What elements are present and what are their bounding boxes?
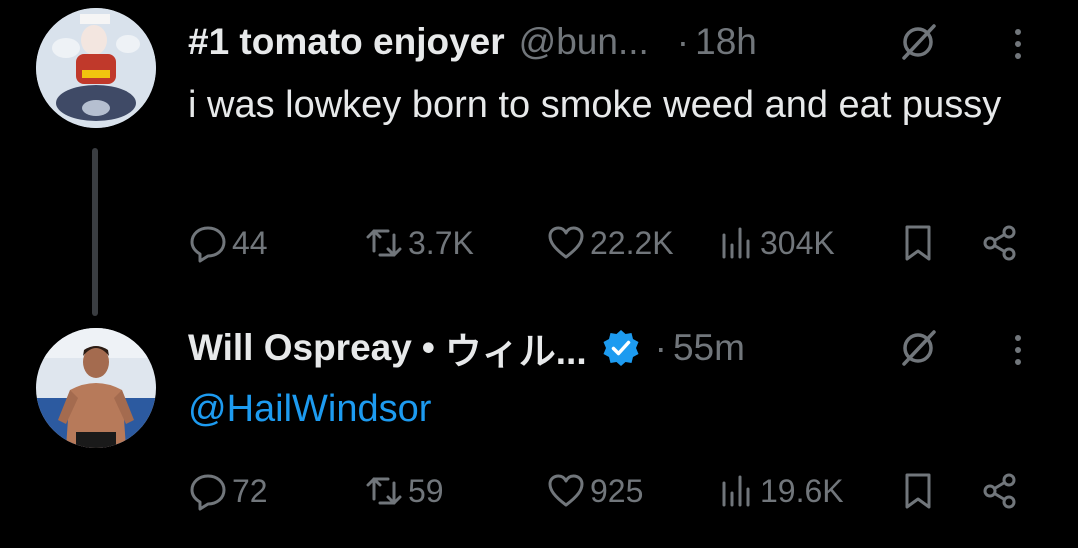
display-name-suffix[interactable]: ウィル... xyxy=(445,321,587,375)
avatar-will-ospreay[interactable] xyxy=(36,328,156,448)
timestamp[interactable]: 55m xyxy=(673,327,745,369)
name-separator: • xyxy=(421,327,435,368)
tweet-1[interactable]: #1 tomato enjoyer @bun... · 18h i was lo… xyxy=(0,0,1078,316)
reply-button[interactable]: 44 xyxy=(188,218,268,268)
user-handle[interactable]: @bun... xyxy=(519,21,649,63)
reply-icon xyxy=(190,474,226,511)
action-bar: 72 59 925 19.6K xyxy=(188,466,1038,516)
tweet-header: #1 tomato enjoyer @bun... · 18h xyxy=(188,12,757,72)
bookmark-button[interactable] xyxy=(898,466,938,516)
reply-button[interactable]: 72 xyxy=(188,466,268,516)
like-button[interactable]: 22.2K xyxy=(546,218,674,268)
repost-count: 3.7K xyxy=(408,224,474,261)
reply-count: 44 xyxy=(232,224,268,261)
share-button[interactable] xyxy=(980,218,1020,268)
bookmark-icon xyxy=(905,225,931,261)
display-name[interactable]: Will Ospreay xyxy=(188,327,412,369)
reply-icon xyxy=(190,226,226,263)
like-button[interactable]: 925 xyxy=(546,466,643,516)
repost-button[interactable]: 59 xyxy=(364,466,444,516)
views-count: 304K xyxy=(760,224,835,261)
repost-icon xyxy=(366,477,402,505)
views-count: 19.6K xyxy=(760,472,844,509)
bookmark-button[interactable] xyxy=(898,218,938,268)
share-icon xyxy=(983,473,1016,509)
thread-connector-line xyxy=(92,148,98,316)
grok-icon[interactable] xyxy=(898,328,938,368)
bookmark-icon xyxy=(905,473,931,509)
timestamp[interactable]: 18h xyxy=(695,21,757,63)
like-icon xyxy=(548,474,584,507)
views-icon xyxy=(722,475,750,507)
grok-icon[interactable] xyxy=(898,22,938,62)
repost-icon xyxy=(366,229,402,257)
tweet-2[interactable]: Will Ospreay • ウィル... · 55m @HailWindsor… xyxy=(0,300,1078,548)
like-count: 925 xyxy=(590,472,644,509)
tweet-header: Will Ospreay • ウィル... · 55m xyxy=(188,318,745,378)
verified-badge-icon[interactable] xyxy=(601,328,641,368)
like-count: 22.2K xyxy=(590,224,674,261)
views-button[interactable]: 304K xyxy=(716,218,835,268)
more-options-icon[interactable] xyxy=(1008,330,1028,370)
tweet-text: @HailWindsor xyxy=(188,380,1058,438)
separator-dot: · xyxy=(654,327,667,368)
more-options-icon[interactable] xyxy=(1008,24,1028,64)
display-name[interactable]: #1 tomato enjoyer xyxy=(188,21,505,63)
action-bar: 44 3.7K 22.2K 304K xyxy=(188,218,1038,268)
views-icon xyxy=(722,227,750,259)
avatar-tomato-enjoyer[interactable] xyxy=(36,8,156,128)
mention-link[interactable]: @HailWindsor xyxy=(188,388,431,430)
like-icon xyxy=(548,226,584,259)
share-button[interactable] xyxy=(980,466,1020,516)
repost-button[interactable]: 3.7K xyxy=(364,218,474,268)
separator-dot: · xyxy=(676,21,690,62)
reply-count: 72 xyxy=(232,472,268,509)
views-button[interactable]: 19.6K xyxy=(716,466,844,516)
tweet-text: i was lowkey born to smoke weed and eat … xyxy=(188,84,1002,126)
repost-count: 59 xyxy=(408,472,444,509)
share-icon xyxy=(983,225,1016,261)
